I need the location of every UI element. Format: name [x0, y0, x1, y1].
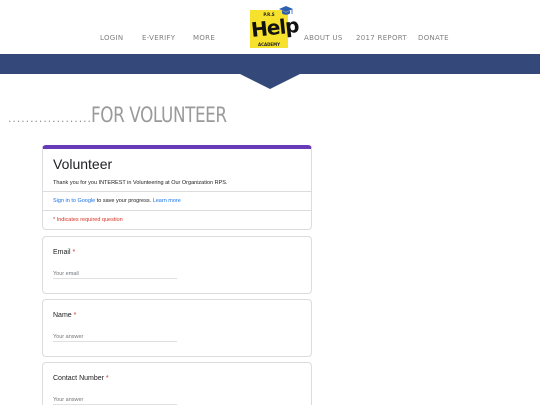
- email-input[interactable]: [53, 270, 177, 279]
- logo-main-text: Help: [249, 13, 300, 42]
- contact-number-input[interactable]: [53, 396, 177, 405]
- nav-more-link[interactable]: MORE: [193, 34, 215, 42]
- form-divider: [43, 191, 311, 192]
- nav-2017-report-link[interactable]: 2017 REPORT: [356, 34, 407, 42]
- page-title: ...................FOR VOLUNTEER: [7, 103, 261, 127]
- required-asterisk: *: [72, 249, 76, 256]
- required-asterisk: *: [105, 375, 109, 382]
- nav-donate-link[interactable]: DONATE: [418, 34, 449, 42]
- question-title: Name: [53, 312, 72, 319]
- form-header-card: Volunteer Thank you for you INTEREST in …: [42, 145, 312, 230]
- name-input[interactable]: [53, 333, 177, 342]
- site-logo[interactable]: P.R.S Help ACADEMY: [247, 4, 300, 50]
- nav-chevron-shape: [240, 74, 300, 89]
- form-description: Thank you for you INTEREST in Volunteeri…: [53, 180, 228, 186]
- required-note: * Indicates required question: [53, 217, 123, 223]
- top-navigation: LOGIN E-VERIFY MORE ABOUT US 2017 REPORT…: [0, 0, 540, 54]
- nav-about-us-link[interactable]: ABOUT US: [304, 34, 343, 42]
- sign-in-link[interactable]: Sign in to Google: [53, 198, 95, 204]
- graduation-cap-icon: [279, 6, 293, 15]
- question-label-email: Email *: [53, 249, 75, 256]
- question-label-contact-number: Contact Number *: [53, 375, 109, 382]
- question-card-email: Email *: [42, 236, 312, 294]
- nav-login-link[interactable]: LOGIN: [100, 34, 123, 42]
- learn-more-link[interactable]: Learn more: [153, 198, 181, 204]
- nav-e-verify-link[interactable]: E-VERIFY: [142, 34, 175, 42]
- question-card-name: Name *: [42, 299, 312, 357]
- question-title: Email: [53, 249, 71, 256]
- question-title: Contact Number: [53, 375, 104, 382]
- logo-bottom-text: ACADEMY: [257, 42, 281, 47]
- required-asterisk: *: [73, 312, 77, 319]
- form-divider: [43, 210, 311, 211]
- page-title-dots: ...................: [7, 115, 92, 125]
- form-title: Volunteer: [53, 156, 113, 172]
- question-card-contact-number: Contact Number *: [42, 362, 312, 405]
- question-label-name: Name *: [53, 312, 76, 319]
- signin-notice: Sign in to Google to save your progress.…: [53, 198, 181, 204]
- signin-text: to save your progress.: [95, 198, 153, 204]
- page-title-text: FOR VOLUNTEER: [90, 103, 227, 127]
